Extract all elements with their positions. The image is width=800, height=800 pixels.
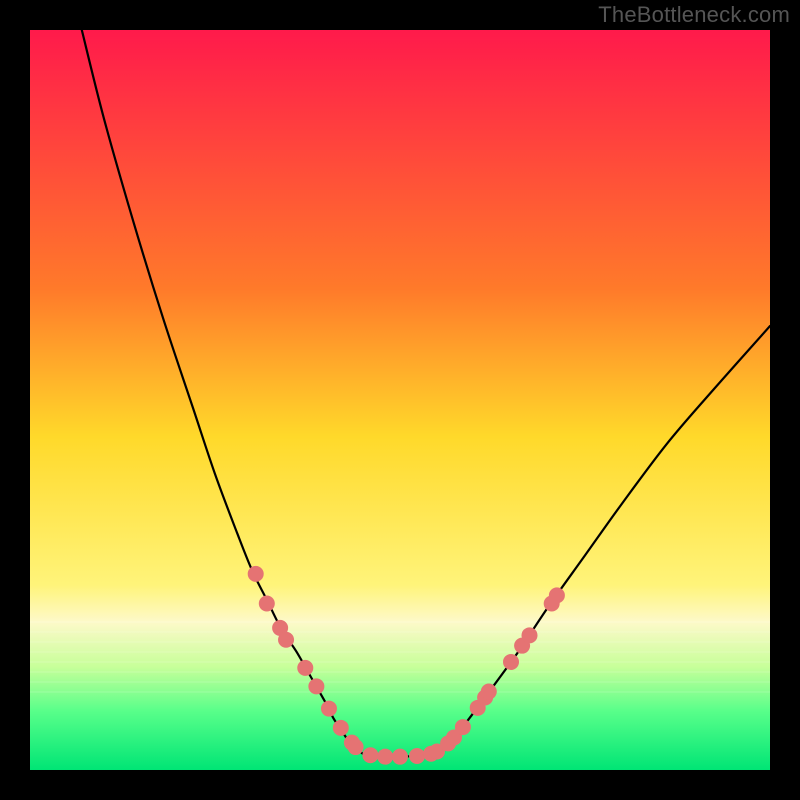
data-point	[248, 566, 264, 582]
data-point	[481, 684, 497, 700]
plot-svg	[30, 30, 770, 770]
data-point	[549, 587, 565, 603]
data-point	[409, 748, 425, 764]
watermark-text: TheBottleneck.com	[598, 4, 790, 26]
data-point	[455, 719, 471, 735]
data-point	[392, 749, 408, 765]
data-point	[259, 596, 275, 612]
data-point	[377, 749, 393, 765]
data-point	[362, 747, 378, 763]
data-point	[278, 632, 294, 648]
chart-frame: TheBottleneck.com	[0, 0, 800, 800]
data-point	[503, 654, 519, 670]
data-point	[522, 627, 538, 643]
data-point	[333, 720, 349, 736]
data-point	[321, 701, 337, 717]
data-point	[297, 660, 313, 676]
gradient-bg	[30, 30, 770, 770]
data-point	[348, 739, 364, 755]
plot-area	[30, 30, 770, 770]
data-point	[308, 678, 324, 694]
